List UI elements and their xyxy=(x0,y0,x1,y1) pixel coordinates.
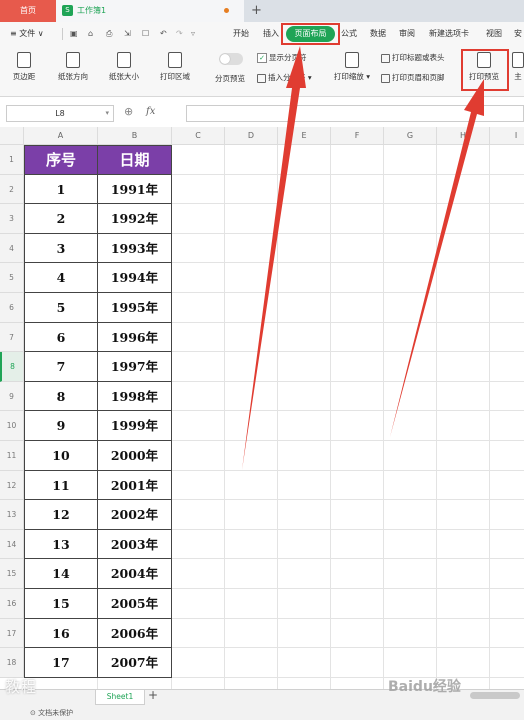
sheet-tab[interactable]: Sheet1 xyxy=(95,690,145,705)
arrow-to-print-preview xyxy=(390,79,484,437)
annotation-arrows xyxy=(242,46,484,470)
arrow-to-page-layout xyxy=(242,46,306,470)
watermark-left: 教程 xyxy=(5,678,38,696)
status-text: 文档未保护 xyxy=(38,709,74,717)
shield-icon: ⊙ xyxy=(30,709,36,717)
status-bar: ⊙ 文档未保护 xyxy=(30,708,73,718)
horizontal-scrollbar[interactable] xyxy=(470,692,520,699)
add-sheet-button[interactable]: + xyxy=(148,688,158,702)
watermark-right: Baidu经验 xyxy=(388,679,461,695)
